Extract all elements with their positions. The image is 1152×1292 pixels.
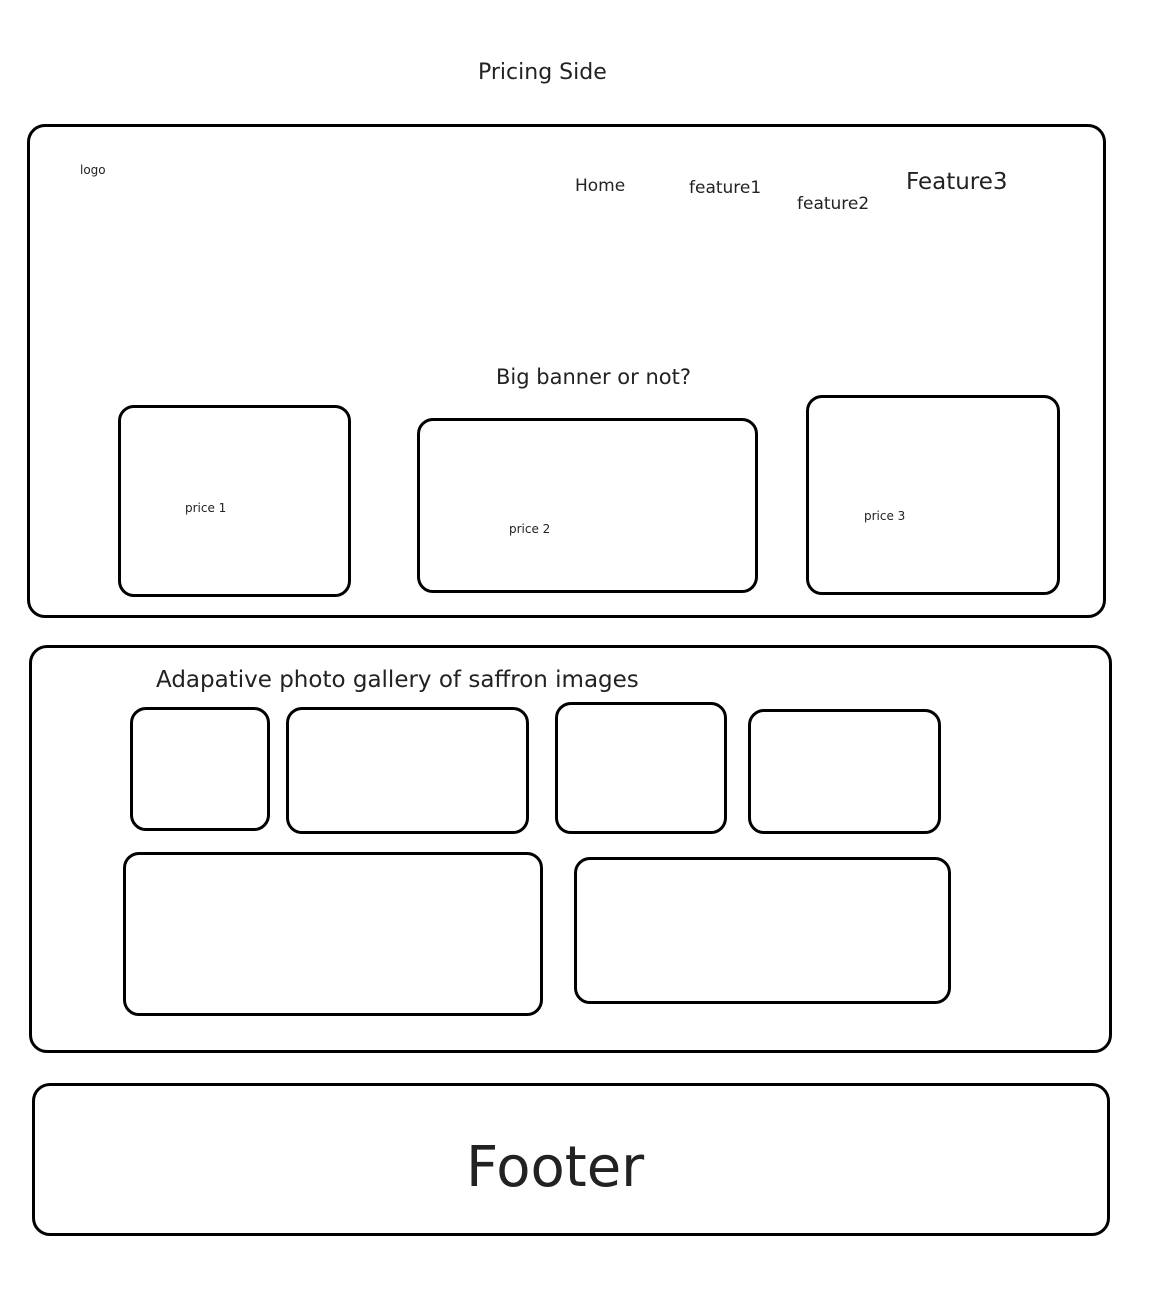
page-title: Pricing Side bbox=[478, 60, 607, 85]
price-card-2[interactable] bbox=[417, 418, 758, 593]
price-card-3[interactable] bbox=[806, 395, 1060, 595]
gallery-image-3[interactable] bbox=[555, 702, 727, 834]
price-card-1[interactable] bbox=[118, 405, 351, 597]
logo[interactable]: logo bbox=[80, 164, 106, 176]
price-label-3: price 3 bbox=[864, 509, 906, 523]
nav-home-link[interactable]: Home bbox=[575, 178, 625, 195]
nav-feature3-link[interactable]: Feature3 bbox=[906, 171, 1008, 194]
footer-label: Footer bbox=[466, 1135, 645, 1200]
nav-feature1-link[interactable]: feature1 bbox=[689, 180, 761, 197]
gallery-image-6[interactable] bbox=[574, 857, 951, 1004]
banner-text: Big banner or not? bbox=[496, 365, 691, 389]
gallery-image-2[interactable] bbox=[286, 707, 529, 834]
gallery-title: Adapative photo gallery of saffron image… bbox=[156, 667, 639, 693]
gallery-image-5[interactable] bbox=[123, 852, 543, 1016]
gallery-image-1[interactable] bbox=[130, 707, 270, 831]
gallery-image-4[interactable] bbox=[748, 709, 941, 834]
price-label-1: price 1 bbox=[185, 501, 227, 515]
nav-feature2-link[interactable]: feature2 bbox=[797, 196, 869, 213]
price-label-2: price 2 bbox=[509, 522, 551, 536]
